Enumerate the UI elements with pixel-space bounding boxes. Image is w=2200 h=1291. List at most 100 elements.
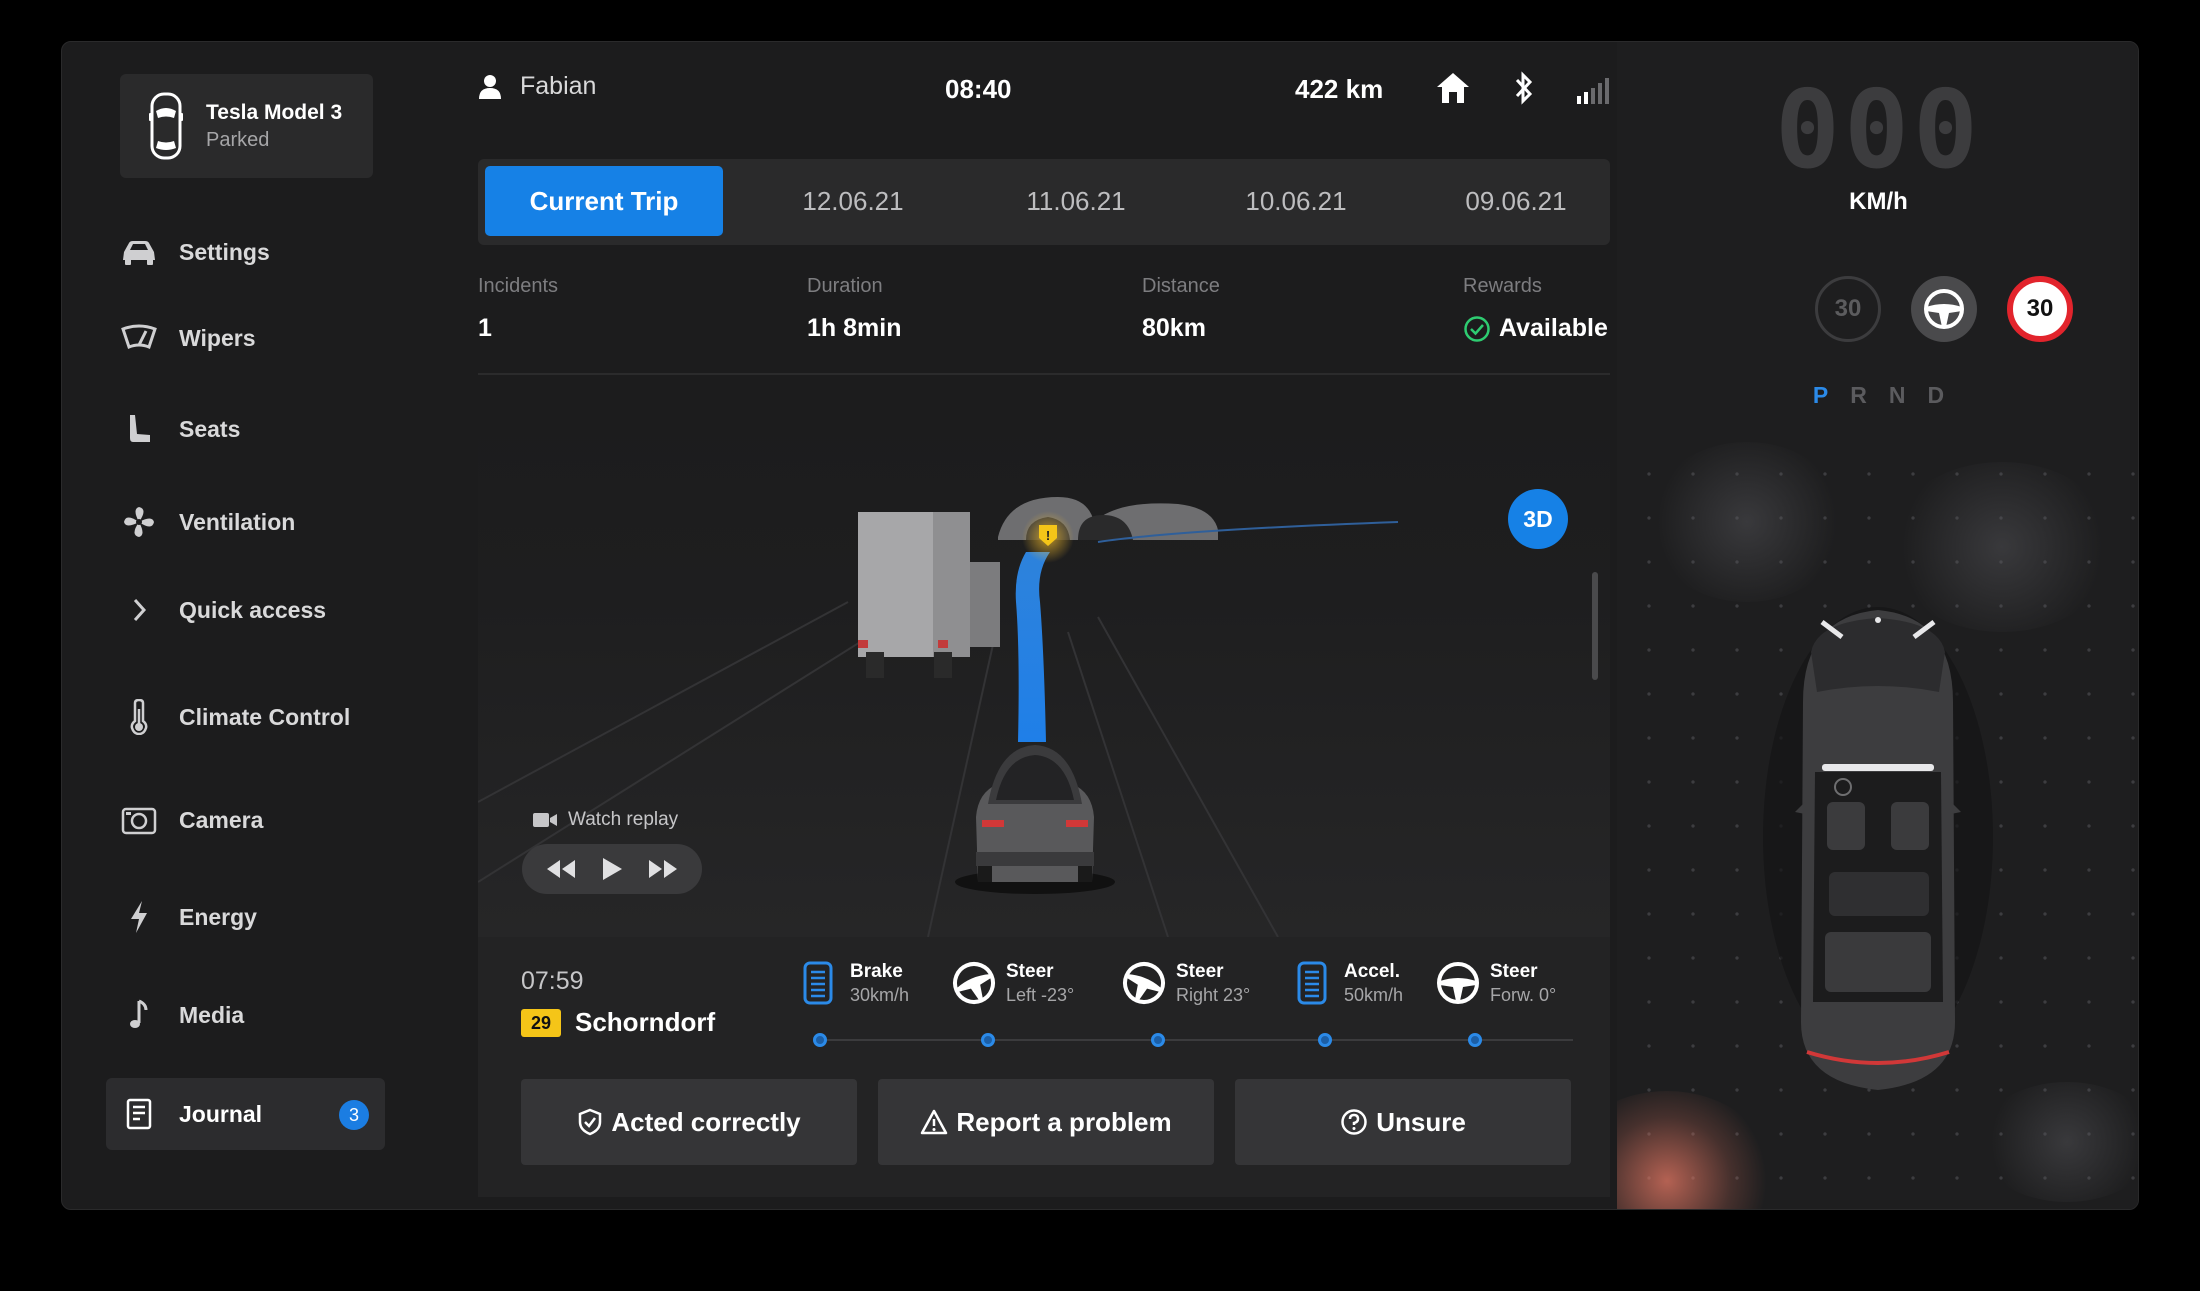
stat-duration: Duration 1h 8min — [807, 275, 901, 343]
gear-d[interactable]: D — [1927, 382, 1944, 409]
timeline-marker[interactable] — [813, 1033, 827, 1047]
gear-n[interactable]: N — [1889, 382, 1906, 409]
vehicle-card[interactable]: Tesla Model 3 Parked — [120, 74, 373, 178]
sidebar-item-label: Ventilation — [179, 508, 296, 535]
sidebar-item-camera[interactable]: Camera — [120, 792, 380, 848]
thermometer-icon — [120, 698, 158, 736]
sidebar-item-label: Quick access — [179, 596, 327, 623]
sidebar-item-ventilation[interactable]: Ventilation — [120, 494, 380, 550]
notification-badge: 3 — [339, 1100, 369, 1130]
gear-p[interactable]: P — [1813, 382, 1828, 409]
unsure-button[interactable]: Unsure — [1235, 1079, 1571, 1165]
sidebar-item-journal[interactable]: Journal 3 — [106, 1078, 385, 1150]
sidebar: Tesla Model 3 Parked Settings Wipers Sea… — [62, 42, 416, 1209]
user-name: Fabian — [520, 72, 597, 100]
fast-forward-icon[interactable] — [647, 858, 679, 880]
report-problem-button[interactable]: Report a problem — [878, 1079, 1214, 1165]
tab-11-06-21[interactable]: 11.06.21 — [976, 166, 1176, 236]
sidebar-item-label: Journal — [179, 1100, 263, 1127]
incident-time: 07:59 — [521, 967, 584, 995]
sidebar-item-label: Wipers — [179, 324, 256, 351]
event-value: 50km/h — [1344, 985, 1404, 1005]
car-front-icon — [120, 233, 158, 271]
timeline-marker[interactable] — [1468, 1033, 1482, 1047]
bluetooth-icon[interactable] — [1512, 70, 1536, 106]
stat-value: Available — [1499, 314, 1608, 342]
music-note-icon — [120, 996, 158, 1034]
watch-replay-label[interactable]: Watch replay — [532, 809, 678, 831]
steering-right-icon — [1122, 961, 1166, 1005]
sidebar-item-seats[interactable]: Seats — [120, 401, 380, 457]
incident-city: Schorndorf — [575, 1007, 716, 1037]
event-brake[interactable]: Brake 30km/h — [796, 961, 909, 1006]
sidebar-item-media[interactable]: Media — [120, 987, 380, 1043]
sidebar-item-settings[interactable]: Settings — [120, 224, 380, 280]
speed-unit: KM/h — [1849, 188, 1908, 215]
app-window: Tesla Model 3 Parked Settings Wipers Sea… — [61, 41, 2139, 1210]
timeline-marker[interactable] — [1318, 1033, 1332, 1047]
stat-value: 1 — [478, 314, 492, 342]
stat-incidents: Incidents 1 — [478, 275, 558, 343]
stat-rewards: Rewards Available — [1463, 275, 1608, 343]
stat-value: 1h 8min — [807, 314, 902, 342]
home-icon[interactable] — [1434, 70, 1472, 106]
stat-label: Incidents — [478, 275, 559, 297]
tab-12-06-21[interactable]: 12.06.21 — [753, 166, 953, 236]
sidebar-item-wipers[interactable]: Wipers — [120, 310, 380, 366]
acted-correctly-button[interactable]: Acted correctly — [521, 1079, 857, 1165]
status-bar: Fabian 08:40 422 km — [478, 70, 1610, 112]
range-readout: 422 km — [1295, 74, 1384, 104]
journal-icon — [120, 1095, 158, 1133]
incident-panel: 07:59 29 Schorndorf Brake 30km/h Steer L… — [478, 937, 1610, 1197]
event-name: Brake — [850, 961, 903, 982]
tab-10-06-21[interactable]: 10.06.21 — [1196, 166, 1396, 236]
tab-current-trip[interactable]: Current Trip — [485, 166, 723, 236]
accel-pedal-icon — [1290, 961, 1334, 1005]
speed-limit-sign: 30 — [2007, 276, 2073, 342]
check-circle-icon — [1464, 315, 1490, 342]
button-label: Unsure — [1376, 1106, 1466, 1137]
sidebar-item-label: Climate Control — [179, 703, 351, 730]
shield-check-icon — [579, 1108, 602, 1136]
ego-car — [955, 745, 1115, 894]
trip-stats: Incidents 1 Duration 1h 8min Distance 80… — [478, 275, 1610, 375]
event-steer-forward[interactable]: Steer Forw. 0° — [1436, 961, 1556, 1006]
scrollbar[interactable] — [1592, 572, 1598, 680]
gear-selector: P R N D — [1617, 382, 2138, 409]
stat-label: Distance — [1142, 275, 1220, 297]
gear-r[interactable]: R — [1850, 382, 1867, 409]
event-steer-right[interactable]: Steer Right 23° — [1122, 961, 1250, 1006]
stat-label: Rewards — [1463, 275, 1542, 297]
event-accel[interactable]: Accel. 50km/h — [1290, 961, 1403, 1006]
trip-3d-scene[interactable]: ! 3D Watch replay — [478, 412, 1610, 937]
autopilot-button[interactable] — [1911, 276, 1977, 342]
clock: 08:40 — [945, 74, 1012, 104]
timeline-marker[interactable] — [1151, 1033, 1165, 1047]
event-steer-left[interactable]: Steer Left -23° — [952, 961, 1074, 1006]
car-top-view — [1763, 607, 1993, 1090]
brake-pedal-icon — [796, 961, 840, 1005]
timeline-marker[interactable] — [981, 1033, 995, 1047]
event-name: Accel. — [1344, 961, 1400, 982]
car-top-icon — [149, 92, 183, 160]
warning-triangle-icon — [921, 1109, 948, 1135]
truck — [858, 512, 1000, 678]
cruise-speed-setting[interactable]: 30 — [1815, 276, 1881, 342]
tab-09-06-21[interactable]: 09.06.21 — [1416, 166, 1616, 236]
sidebar-item-energy[interactable]: Energy — [120, 889, 380, 945]
vehicle-visualization — [1617, 442, 2138, 1209]
sidebar-item-quick-access[interactable]: Quick access — [120, 582, 380, 638]
fan-icon — [120, 503, 158, 541]
svg-text:!: ! — [1046, 528, 1050, 543]
incident-location: 29 Schorndorf — [521, 1007, 715, 1038]
event-name: Steer — [1490, 961, 1538, 982]
view-3d-toggle[interactable]: 3D — [1508, 489, 1568, 549]
vehicle-name: Tesla Model 3 — [206, 100, 343, 124]
sidebar-item-climate-control[interactable]: Climate Control — [120, 689, 380, 745]
play-icon[interactable] — [600, 856, 624, 882]
event-value: Left -23° — [1006, 985, 1075, 1005]
wiper-icon — [120, 319, 158, 357]
rewind-icon[interactable] — [545, 858, 577, 880]
replay-controls — [522, 844, 702, 894]
user-profile[interactable]: Fabian — [478, 72, 596, 101]
